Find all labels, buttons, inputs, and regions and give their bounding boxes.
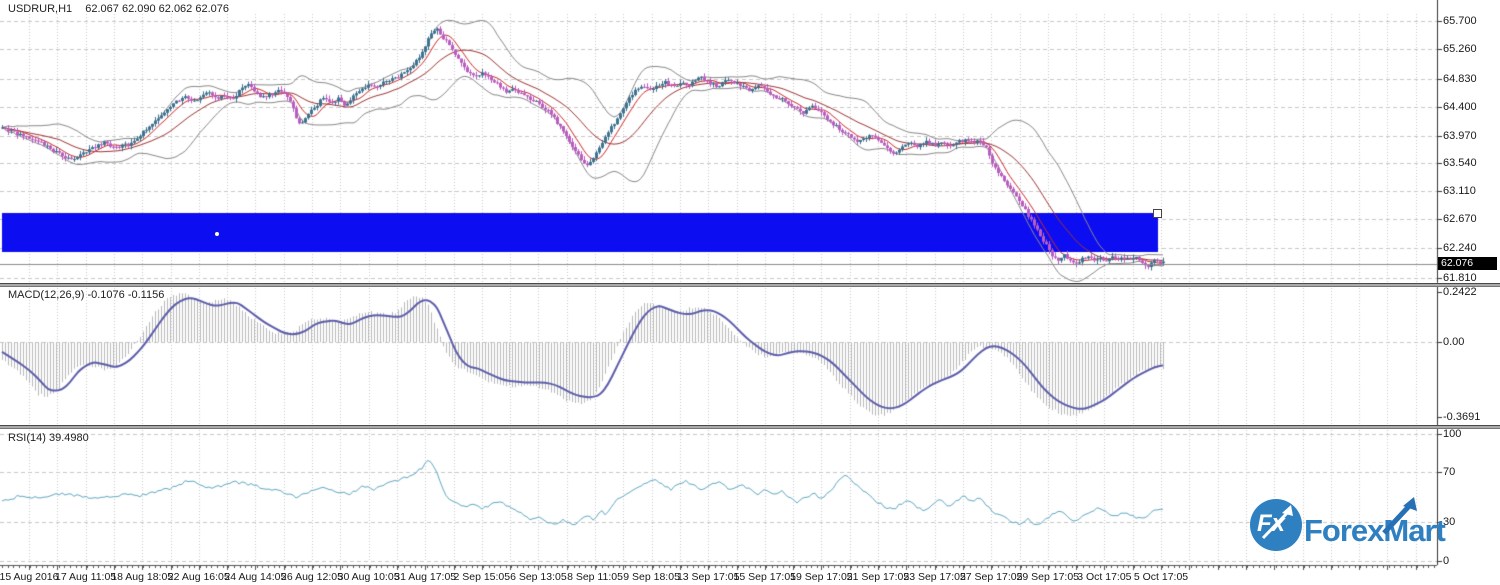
- logo-part-forex: Forex: [1304, 513, 1383, 548]
- time-axis-label: 27 Sep 17:05: [960, 571, 1022, 583]
- price-axis-label: 63.540: [1443, 157, 1477, 169]
- rsi-axis-label: 70: [1443, 466, 1455, 478]
- logo-m-arrow-icon: [1376, 493, 1422, 539]
- panel-separator-main-macd: [0, 283, 1500, 287]
- time-axis-label: 9 Sep 18:05: [623, 571, 680, 583]
- time-axis-label: 26 Aug 12:05: [281, 571, 343, 583]
- rsi-axis-label: 100: [1443, 428, 1461, 440]
- rsi-label: RSI(14) 39.4980: [8, 432, 89, 444]
- macd-axis-label: -0.3691: [1443, 411, 1480, 423]
- price-axis-label: 64.400: [1443, 101, 1477, 113]
- macd-axis-label: 0.00: [1443, 336, 1464, 348]
- logo-wordmark: ForexMart: [1304, 513, 1445, 549]
- time-axis-label: 31 Aug 17:05: [394, 571, 456, 583]
- time-axis-label: 6 Sep 13:05: [510, 571, 567, 583]
- price-axis-label: 64.830: [1443, 73, 1477, 85]
- chart-canvas[interactable]: [0, 0, 1500, 585]
- time-axis-label: 29 Sep 17:05: [1017, 571, 1079, 583]
- rsi-axis-label: 0: [1443, 555, 1449, 567]
- time-axis-label: 15 Sep 17:05: [734, 571, 796, 583]
- rect-selection-handle-icon[interactable]: [1153, 209, 1162, 218]
- macd-axis-label: 0.2422: [1443, 286, 1477, 298]
- rect-anchor-dot-icon[interactable]: [215, 232, 219, 236]
- price-axis-label: 62.240: [1443, 242, 1477, 254]
- ohlc-values: 62.067 62.090 62.062 62.076: [85, 3, 229, 15]
- price-axis-label: 61.810: [1443, 272, 1477, 284]
- time-axis-label: 15 Aug 2016: [0, 571, 58, 583]
- symbol-timeframe: USDRUR,H1: [8, 3, 72, 15]
- macd-label: MACD(12,26,9) -0.1076 -0.1156: [8, 289, 164, 301]
- time-axis-label: 21 Sep 17:05: [847, 571, 909, 583]
- time-axis-label: 18 Aug 18:05: [111, 571, 173, 583]
- price-axis-label: 63.110: [1443, 185, 1476, 197]
- time-axis-label: 17 Aug 11:05: [55, 571, 116, 583]
- time-axis-label: 5 Oct 17:05: [1134, 571, 1188, 583]
- trading-chart-window: USDRUR,H1 62.067 62.090 62.062 62.076 MA…: [0, 0, 1500, 585]
- price-axis-label: 63.970: [1443, 130, 1477, 142]
- price-axis-label: 65.260: [1443, 43, 1477, 55]
- price-axis-label: 65.700: [1443, 15, 1477, 27]
- time-axis-label: 30 Aug 10:05: [338, 571, 400, 583]
- price-axis-label: 62.670: [1443, 213, 1477, 225]
- time-axis-label: 22 Aug 16:05: [168, 571, 230, 583]
- panel-separator-macd-rsi: [0, 425, 1500, 429]
- chart-title: USDRUR,H1 62.067 62.090 62.062 62.076: [8, 3, 239, 15]
- time-axis-label: 23 Sep 17:05: [903, 571, 965, 583]
- highlight-rectangle[interactable]: [2, 213, 1158, 252]
- logo-circle-text: Fx: [1257, 510, 1285, 538]
- time-axis-label: 3 Oct 17:05: [1077, 571, 1131, 583]
- time-axis-label: 13 Sep 17:05: [677, 571, 739, 583]
- time-axis-label: 19 Sep 17:05: [790, 571, 852, 583]
- current-price-tag: 62.076: [1438, 257, 1497, 270]
- time-axis-label: 8 Sep 11:05: [567, 571, 623, 583]
- time-axis-label: 2 Sep 15:05: [453, 571, 510, 583]
- time-axis-label: 24 Aug 14:05: [224, 571, 286, 583]
